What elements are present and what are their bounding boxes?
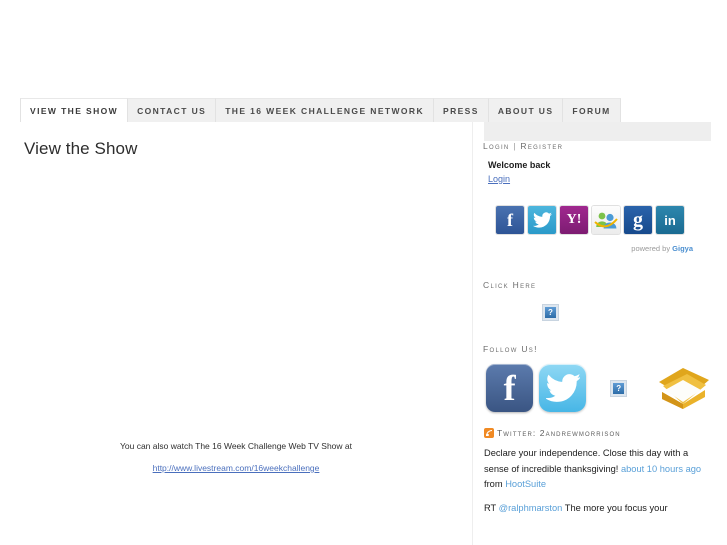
twitter-follow-icon[interactable] [539,364,587,412]
login-link[interactable]: Login [488,172,711,186]
widget-follow-us: Follow Us! f ? [480,344,711,412]
tab-forum[interactable]: FORUM [562,98,621,122]
click-here-image-wrapper: ? [480,304,711,322]
site-banner [0,0,727,98]
tweet-source-link[interactable]: HootSuite [505,479,546,489]
tab-view-the-show[interactable]: VIEW THE SHOW [20,98,128,122]
facebook-login-icon[interactable]: f [496,206,524,234]
sidebar-top-bar [484,122,711,141]
msn-messenger-login-icon[interactable] [592,206,620,234]
tweet-rt-prefix: RT [484,502,499,513]
tweet-user-link[interactable]: @ralphmarston [499,503,563,513]
follow-us-title: Follow Us! [483,344,538,354]
tab-label: CONTACT US [137,105,207,116]
provider-glyph: f [507,209,513,230]
tweet-item: Declare your independence. Close this da… [484,446,711,493]
tweet-item: RT @ralphmarston The more you focus your [484,501,711,517]
widget-click-here: Click Here ? [480,280,711,322]
sidebar: Login | Register Welcome back Login f Y!… [472,122,727,545]
tab-label: ABOUT US [497,105,554,116]
sidebar-inner: Login | Register Welcome back Login f Y!… [473,141,727,516]
linkedin-login-icon[interactable]: in [656,206,684,234]
gigya-provider-row: f Y! g in [480,206,711,234]
powered-by-prefix: powered by [631,244,673,253]
email-icon[interactable] [653,366,711,410]
tab-label: FORUM [572,105,611,116]
register-title-text[interactable]: Register [520,141,563,151]
twitter-login-icon[interactable] [528,206,556,234]
page-body: View the Show You can also watch The 16 … [0,122,727,545]
tab-contact-us[interactable]: CONTACT US [127,98,216,122]
watch-url-wrapper: http://www.livestream.com/16weekchalleng… [24,463,472,473]
livestream-link[interactable]: http://www.livestream.com/16weekchalleng… [153,463,320,473]
provider-glyph: in [664,212,676,228]
login-block: Welcome back Login [480,158,711,186]
tweet-text-from: from [484,479,506,489]
tab-the-16-week-challenge-network[interactable]: THE 16 WEEK CHALLENGE NETWORK [215,98,433,122]
twitter-feed-header: Twitter: 2andrewmorrison [484,428,711,438]
broken-image-icon[interactable]: ? [542,304,559,322]
tab-label: VIEW THE SHOW [30,105,119,116]
login-register-title: Login | Register [480,141,711,151]
provider-glyph: g [633,208,643,231]
video-player-stage[interactable] [24,159,472,437]
widget-login-register: Login | Register Welcome back Login f Y!… [480,141,711,253]
watch-note: You can also watch The 16 Week Challenge… [119,441,352,451]
widget-twitter-feed: Twitter: 2andrewmorrison Declare your in… [480,428,711,516]
nav-tab-list: VIEW THE SHOW CONTACT US THE 16 WEEK CHA… [20,98,727,122]
login-title-text[interactable]: Login [483,141,510,151]
tab-label: THE 16 WEEK CHALLENGE NETWORK [225,105,424,116]
welcome-back-text: Welcome back [488,160,551,170]
tab-press[interactable]: PRESS [433,98,488,122]
tweet-text: The more you focus your [562,502,668,513]
facebook-follow-icon[interactable]: f [486,364,534,412]
tweet-timestamp-link[interactable]: about 10 hours ago [621,464,701,474]
page-title: View the Show [24,139,138,158]
title-separator: | [513,141,517,151]
rss-icon[interactable] [484,428,494,438]
tab-about-us[interactable]: ABOUT US [487,98,563,122]
broken-image-icon[interactable]: ? [610,379,628,397]
provider-glyph: Y! [566,212,582,227]
click-here-title: Click Here [483,280,537,290]
yahoo-login-icon[interactable]: Y! [560,206,588,234]
google-login-icon[interactable]: g [624,206,652,234]
powered-by-gigya: powered by Gigya [480,244,711,253]
follow-us-icon-row: f ? [480,364,711,412]
tab-label: PRESS [443,105,479,116]
twitter-feed-title[interactable]: Twitter: 2andrewmorrison [497,428,621,438]
main-content: View the Show You can also watch The 16 … [0,122,472,545]
facebook-glyph: f [503,368,516,408]
primary-navigation: VIEW THE SHOW CONTACT US THE 16 WEEK CHA… [0,98,727,122]
gigya-brand[interactable]: Gigya [672,244,693,253]
